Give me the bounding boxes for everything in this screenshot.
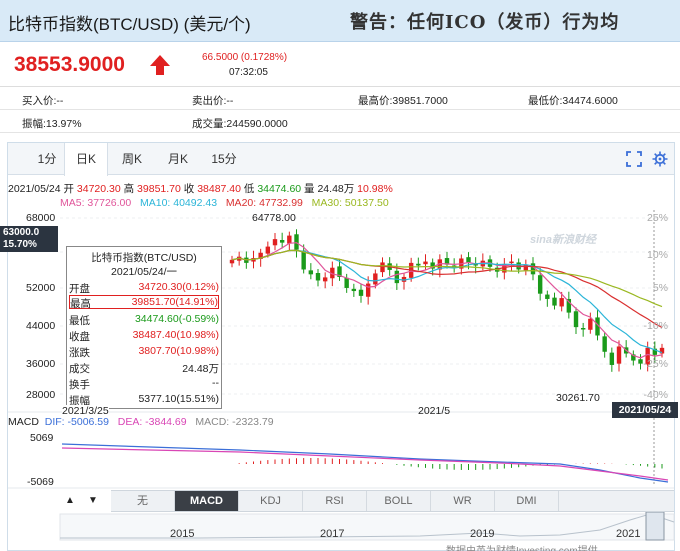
candle-body <box>559 298 564 307</box>
y-tick: 52000 <box>26 282 56 294</box>
candle-body <box>466 257 471 263</box>
pct-tick: -25% <box>643 358 668 370</box>
y-tick: 28000 <box>26 389 56 401</box>
pct-tick: -10% <box>643 320 668 332</box>
candle-body <box>272 239 278 246</box>
last-price-marker: 63000.0 15.70% <box>0 226 58 252</box>
crosshair-tooltip: 比特币指数(BTC/USD) 2021/05/24/一 开盘 34720.30(0… <box>66 246 222 409</box>
tooltip-row: 成交 24.48万 <box>69 363 219 375</box>
macd-legend: MACD DIF: -5006.59 DEA: -3844.69 MACD: -… <box>8 416 274 428</box>
candle-body <box>423 261 428 265</box>
watermark: sina新浪财经 <box>530 234 597 246</box>
macd-dif: DIF: -5006.59 <box>44 416 109 428</box>
candle-body <box>545 294 550 299</box>
candle-body <box>294 234 299 250</box>
timeline-handle <box>645 511 665 541</box>
candle-body <box>265 246 271 254</box>
candle-body <box>588 318 593 330</box>
tooltip-row: 涨跌 3807.70(10.98%) <box>69 345 219 359</box>
tooltip-row: 收盘 38487.40(10.98%) <box>69 329 219 343</box>
max-price-label: 64778.00 <box>252 212 296 224</box>
tooltip-row: 最低 34474.60(-0.59%) <box>69 313 219 327</box>
date-axis-label: 2021/5 <box>418 405 451 417</box>
indicator-boll[interactable]: BOLL <box>367 491 431 511</box>
indicator-macd[interactable]: MACD <box>175 491 239 511</box>
indicator-rsi[interactable]: RSI <box>303 491 367 511</box>
candle-body <box>287 235 292 244</box>
candle-body <box>301 250 306 270</box>
pct-tick: 5% <box>652 282 668 294</box>
candle-body <box>344 277 349 288</box>
candle-body <box>373 273 378 285</box>
tooltip-date: 2021/05/24/一 <box>111 266 177 278</box>
macd-top-label: 5069 <box>30 432 54 444</box>
candle-body <box>308 270 314 275</box>
timeline-year: 2021 <box>616 528 641 540</box>
candle-body <box>279 240 285 243</box>
y-tick: 36000 <box>26 358 56 370</box>
scroll-left-button[interactable]: ▲ <box>63 494 77 508</box>
candle-body <box>509 261 514 264</box>
dea-line <box>61 447 669 481</box>
indicator-wr[interactable]: WR <box>431 491 495 511</box>
candle-body <box>365 283 371 297</box>
tooltip-row: 开盘 34720.30(0.12%) <box>69 281 219 295</box>
tooltip-row: 最高 39851.70(14.91%) <box>69 295 219 310</box>
candle-body <box>322 277 328 282</box>
y-tick: 44000 <box>26 320 56 332</box>
y-tick: 68000 <box>26 212 56 224</box>
scroll-right-button[interactable]: ▼ <box>86 494 100 508</box>
candle-body <box>315 273 321 281</box>
timeline-year: 2017 <box>320 528 345 540</box>
candle-body <box>229 259 235 264</box>
candle-body <box>616 346 622 364</box>
macd-dea: DEA: -3844.69 <box>117 416 187 428</box>
candle-body <box>416 263 421 266</box>
timeline-year: 2015 <box>170 528 195 540</box>
data-source-note: 数据由英为财情Investing.com提供 <box>446 542 598 551</box>
pct-tick: -40% <box>643 389 668 401</box>
candle-body <box>537 275 543 294</box>
tooltip-title: 比特币指数(BTC/USD) <box>91 252 197 264</box>
indicator-tabs: 无 MACD KDJ RSI BOLL WR DMI <box>111 490 674 512</box>
pct-tick: 25% <box>646 212 668 224</box>
candle-body <box>602 336 607 352</box>
candle-body <box>609 352 615 365</box>
candle-body <box>394 270 400 284</box>
min-price-label: 30261.70 <box>556 392 600 404</box>
candle-body <box>580 328 586 330</box>
candle-body <box>351 288 357 292</box>
indicator-none[interactable]: 无 <box>111 491 175 511</box>
indicator-kdj[interactable]: KDJ <box>239 491 303 511</box>
tooltip-row: 换手 -- <box>69 377 219 391</box>
candle-body <box>573 311 579 328</box>
candle-body <box>380 262 385 273</box>
candle-body <box>552 297 557 306</box>
pct-tick: 10% <box>646 249 668 261</box>
macd-value: MACD: -2323.79 <box>195 416 274 428</box>
candle-body <box>638 359 643 364</box>
candle-body <box>358 289 364 296</box>
current-date-marker: 2021/05/24 <box>612 402 678 418</box>
timeline-year: 2019 <box>470 528 495 540</box>
indicator-dmi[interactable]: DMI <box>495 491 559 511</box>
macd-bottom-label: -5069 <box>27 476 54 488</box>
